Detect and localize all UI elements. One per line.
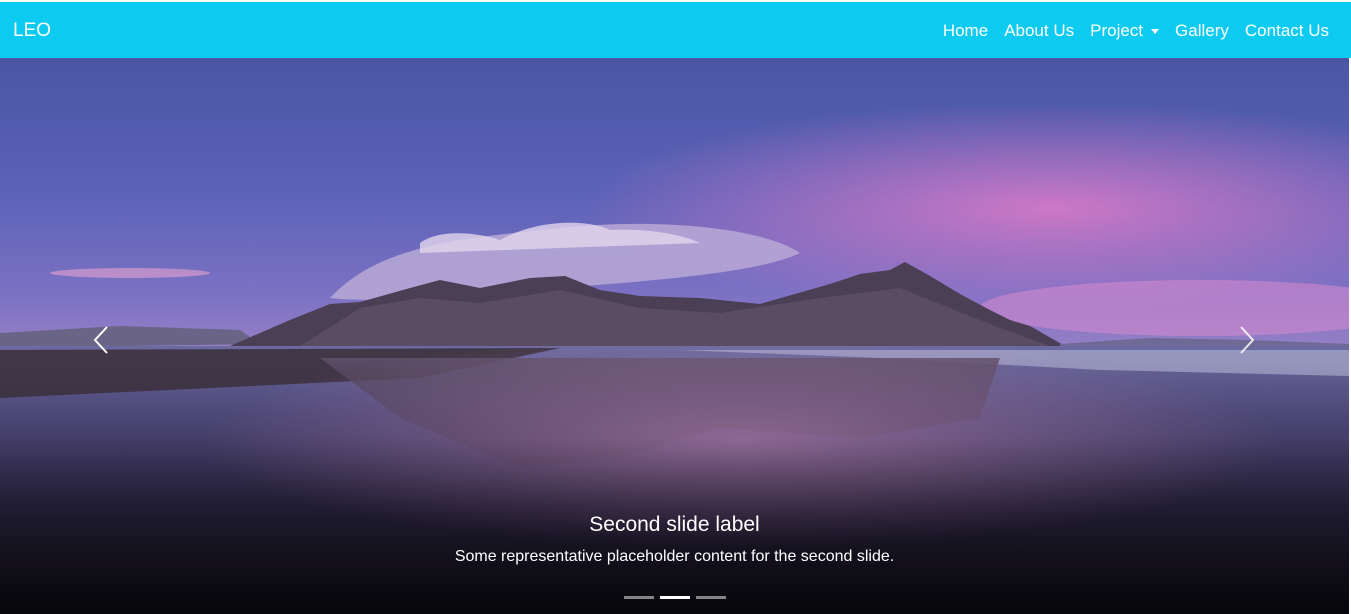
nav-item-project[interactable]: Project — [1090, 19, 1160, 43]
chevron-right-icon — [1240, 326, 1255, 354]
caption-text: Some representative placeholder content … — [454, 548, 895, 565]
brand-logo[interactable]: LEO — [13, 19, 51, 43]
nav-item-about-us[interactable]: About Us — [1004, 19, 1074, 43]
hero-carousel: Second slide label Some representative p… — [0, 58, 1349, 614]
carousel-indicator-3[interactable] — [695, 596, 726, 599]
carousel-prev-button[interactable] — [86, 320, 116, 360]
carousel-next-button[interactable] — [1232, 320, 1262, 360]
nav-item-contact-us[interactable]: Contact Us — [1245, 19, 1329, 43]
carousel-caption: Second slide label Some representative p… — [0, 512, 1349, 568]
carousel-indicator-2[interactable] — [659, 596, 690, 599]
nav-item-project-label: Project — [1090, 21, 1144, 40]
caption-title: Second slide label — [589, 513, 760, 536]
nav-menu: Home About Us Project Gallery Contact Us — [943, 19, 1329, 43]
carousel-indicator-1[interactable] — [623, 596, 654, 599]
chevron-left-icon — [93, 326, 108, 354]
caret-down-icon — [1151, 29, 1160, 35]
nav-item-gallery[interactable]: Gallery — [1175, 19, 1229, 43]
nav-item-home[interactable]: Home — [943, 19, 988, 43]
navbar: LEO Home About Us Project Gallery Contac… — [0, 0, 1351, 58]
carousel-indicators — [0, 596, 1349, 599]
